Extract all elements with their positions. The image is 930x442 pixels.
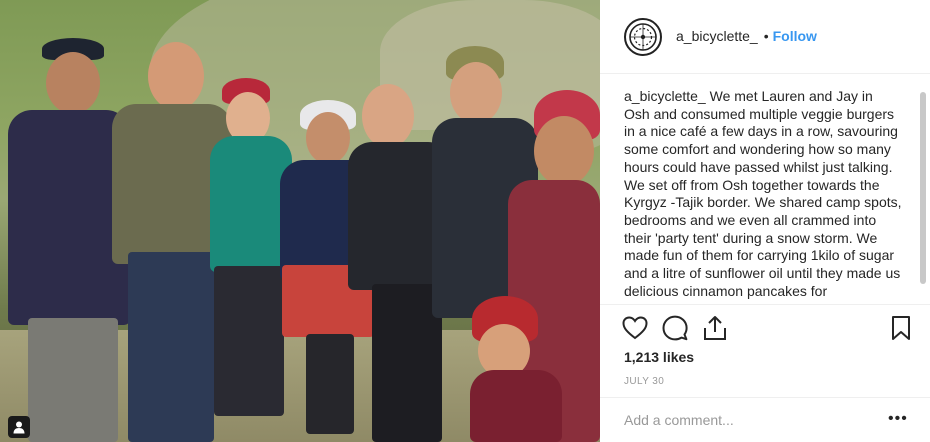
more-options-button[interactable]: ••• (888, 410, 908, 428)
avatar[interactable] (624, 18, 662, 56)
post-header: a_bicyclette_ • Follow (600, 0, 930, 74)
post-date[interactable]: JULY 30 (624, 376, 664, 387)
divider (600, 304, 930, 305)
share-icon (704, 316, 726, 340)
scrollbar-thumb[interactable] (920, 92, 926, 284)
tagged-people-button[interactable] (8, 416, 30, 438)
username-link[interactable]: a_bicyclette_ (676, 28, 758, 44)
post-details-panel: a_bicyclette_ • Follow a_bicyclette_ We me… (600, 0, 930, 442)
action-bar (616, 313, 916, 345)
caption: a_bicyclette_ We met Lauren and Jay in O… (624, 88, 902, 302)
handle-row: a_bicyclette_ • Follow (676, 28, 817, 44)
bicycle-logo-icon (629, 23, 657, 51)
heart-icon (622, 316, 648, 340)
follow-button[interactable]: Follow (773, 28, 817, 44)
person-icon (13, 421, 25, 434)
share-button[interactable] (700, 313, 730, 343)
comment-icon (662, 315, 688, 341)
comment-input[interactable]: Add a comment... (624, 412, 734, 428)
post-photo[interactable] (0, 0, 600, 442)
caption-username[interactable]: a_bicyclette_ (624, 88, 706, 104)
caption-scrollbar[interactable] (920, 76, 926, 304)
like-button[interactable] (620, 313, 650, 343)
bookmark-icon (892, 316, 910, 340)
separator-dot: • (763, 28, 769, 44)
likes-count[interactable]: 1,213 likes (624, 349, 694, 365)
comment-button[interactable] (660, 313, 690, 343)
caption-text: We met Lauren and Jay in Osh and consume… (624, 88, 902, 299)
divider (600, 397, 930, 398)
save-button[interactable] (886, 313, 916, 343)
